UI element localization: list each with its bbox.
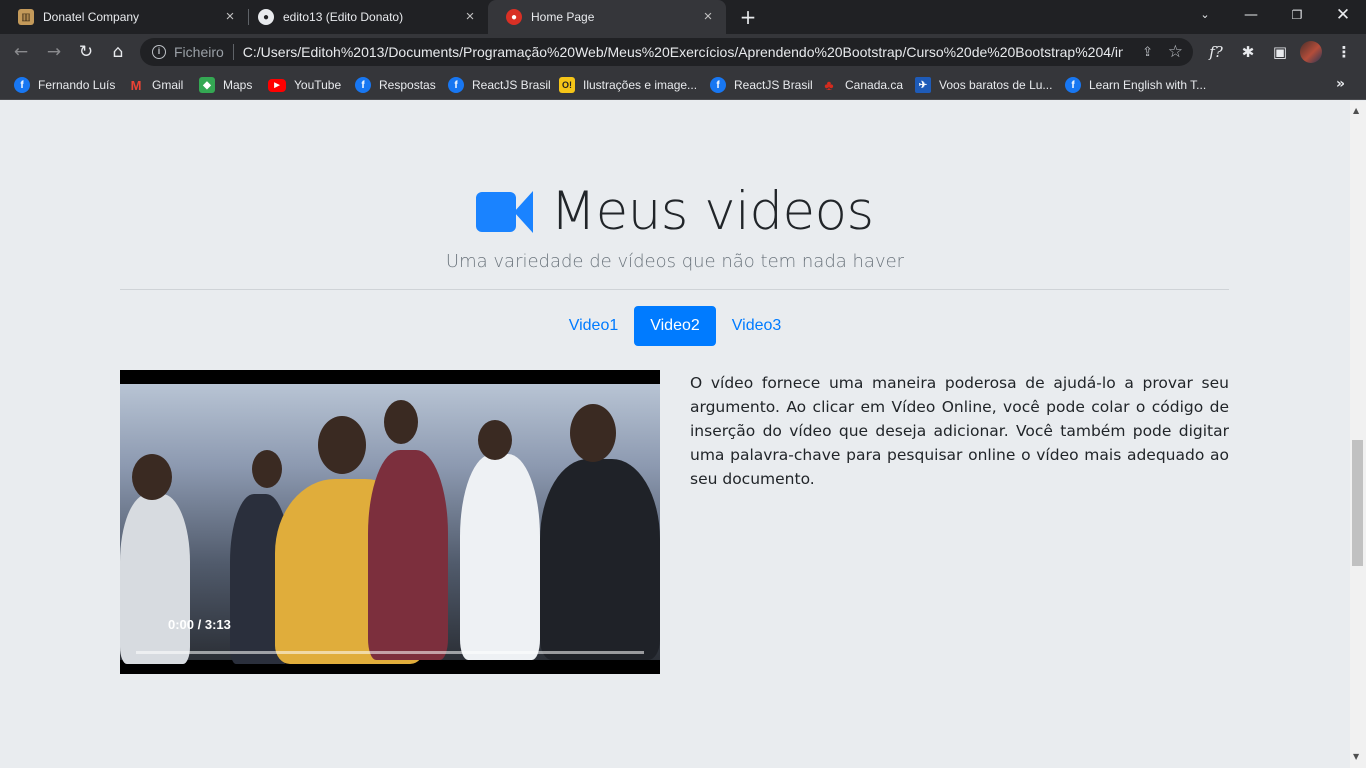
file-scheme-label: Ficheiro	[174, 44, 224, 60]
video-figure-head	[132, 454, 172, 500]
more-bookmarks-chevron-icon[interactable]: »	[1336, 76, 1345, 92]
close-icon[interactable]: ×	[462, 9, 478, 25]
page-subtitle: Uma variedade de vídeos que não tem nada…	[445, 251, 905, 272]
bookmark-reactjs-brasil[interactable]: f ReactJS Brasil	[448, 76, 551, 94]
video-figure	[540, 459, 660, 660]
scroll-up-arrow-icon[interactable]: ▲	[1353, 106, 1359, 115]
bookmark-label: Gmail	[152, 78, 184, 92]
bookmark-label: Learn English with T...	[1089, 78, 1207, 92]
bookmark-maps[interactable]: ◆ Maps	[199, 76, 252, 94]
address-bar[interactable]: i Ficheiro C:/Users/Editoh%2013/Document…	[140, 38, 1193, 66]
video-figure-head	[570, 404, 616, 462]
bookmark-learn-english[interactable]: f Learn English with T...	[1065, 76, 1206, 94]
back-button[interactable]: ←	[8, 39, 34, 65]
bookmark-star-icon[interactable]: ☆	[1168, 42, 1183, 62]
video-figure-head	[318, 416, 366, 474]
bookmark-label: Fernando Luís	[38, 78, 116, 92]
page-title: Meus videos	[550, 181, 874, 242]
donatel-icon: ▥	[18, 9, 34, 25]
video-description: O vídeo fornece uma maneira poderosa de …	[690, 374, 1229, 488]
tab-video3[interactable]: Video3	[716, 306, 798, 346]
tab-home-page[interactable]: ● Home Page ×	[488, 0, 726, 34]
bookmark-label: Maps	[223, 78, 253, 92]
divider	[120, 289, 1229, 290]
facebook-icon: f	[710, 77, 726, 93]
o1-icon: O!	[559, 77, 575, 93]
video-figure	[120, 494, 190, 664]
reload-button[interactable]: ↻	[73, 39, 99, 65]
close-icon[interactable]: ×	[700, 9, 716, 25]
close-window-button[interactable]: ✕	[1320, 0, 1366, 30]
bookmark-label: Voos baratos de Lu...	[939, 78, 1053, 92]
tab-search-button[interactable]: ⌄	[1182, 0, 1228, 30]
facebook-icon: f	[14, 77, 30, 93]
tab-donatel-company[interactable]: ▥ Donatel Company ×	[0, 0, 248, 34]
maps-icon: ◆	[199, 77, 215, 93]
profile-avatar[interactable]	[1300, 41, 1322, 63]
bookmark-reactjs-brasil-2[interactable]: f ReactJS Brasil	[710, 76, 813, 94]
restore-button[interactable]: ❐	[1274, 0, 1320, 30]
video-figure-head	[252, 450, 282, 488]
facebook-icon: f	[355, 77, 371, 93]
video-figure	[460, 454, 540, 660]
bookmark-respostas[interactable]: f Respostas	[355, 76, 436, 94]
forward-button[interactable]: →	[41, 39, 67, 65]
facebook-icon: f	[448, 77, 464, 93]
share-icon[interactable]: ⇪	[1142, 44, 1153, 60]
url-text[interactable]: C:/Users/Editoh%2013/Documents/Programaç…	[243, 44, 1123, 60]
extensions-icon[interactable]: ✱	[1235, 39, 1261, 65]
youtube-icon: ▶	[268, 78, 286, 92]
bookmark-label: Respostas	[379, 78, 436, 92]
new-tab-button[interactable]: +	[737, 6, 759, 28]
video-camera-icon	[476, 190, 534, 233]
github-icon: ●	[258, 9, 274, 25]
bookmark-canada[interactable]: ♣ Canada.ca	[821, 76, 903, 94]
browser-tab-strip: ▥ Donatel Company × ● edito13 (Edito Don…	[0, 0, 1366, 34]
video-figure-head	[384, 400, 418, 444]
page-scrollbar[interactable]	[1350, 101, 1366, 768]
web-page: Meus videos Uma variedade de vídeos que …	[0, 101, 1350, 768]
video-figure-head	[478, 420, 512, 460]
formula-extension-icon[interactable]: f?	[1203, 39, 1229, 65]
side-panel-icon[interactable]: ▣	[1267, 39, 1293, 65]
video-time: 0:00 / 3:13	[168, 617, 231, 632]
bookmark-label: Ilustrações e image...	[583, 78, 698, 92]
scroll-down-arrow-icon[interactable]: ▼	[1353, 752, 1359, 761]
tab-title: Donatel Company	[43, 10, 140, 24]
scrollbar-thumb[interactable]	[1352, 440, 1363, 566]
bookmark-gmail[interactable]: M Gmail	[128, 76, 184, 94]
bookmark-label: ReactJS Brasil	[734, 78, 813, 92]
menu-icon[interactable]: ⋮	[1331, 39, 1357, 65]
close-icon[interactable]: ×	[222, 9, 238, 25]
bookmark-label: YouTube	[294, 78, 342, 92]
tab-github[interactable]: ● edito13 (Edito Donato) ×	[240, 0, 488, 34]
tab-title: Home Page	[531, 10, 595, 24]
tab-video1[interactable]: Video1	[553, 306, 635, 346]
info-icon[interactable]: i	[152, 45, 166, 59]
bookmark-youtube[interactable]: ▶ YouTube	[268, 76, 341, 94]
tab-title: edito13 (Edito Donato)	[283, 10, 404, 24]
bookmark-label: ReactJS Brasil	[472, 78, 551, 92]
video-player[interactable]: 0:00 / 3:13	[120, 370, 660, 674]
page-header: Meus videos	[0, 181, 1350, 242]
bookmark-fernando-luis[interactable]: f Fernando Luís	[14, 76, 115, 94]
maple-leaf-icon: ♣	[824, 77, 834, 93]
omnibox-separator	[232, 44, 234, 60]
minimize-button[interactable]: —	[1228, 0, 1274, 30]
home-button[interactable]: ⌂	[105, 39, 131, 65]
facebook-icon: f	[1065, 77, 1081, 93]
video-progress-bar[interactable]	[136, 651, 644, 654]
gmail-icon: M	[130, 77, 142, 93]
page-icon: ●	[506, 9, 522, 25]
browser-toolbar: ← → ↻ ⌂ i Ficheiro C:/Users/Editoh%2013/…	[0, 34, 1366, 70]
bookmark-label: Canada.ca	[845, 78, 904, 92]
video-figure	[368, 450, 448, 660]
bookmark-voos-baratos[interactable]: ✈ Voos baratos de Lu...	[915, 76, 1052, 94]
video-tabs: Video1 Video2 Video3	[0, 306, 1350, 346]
flights-icon: ✈	[915, 77, 931, 93]
bookmarks-bar: f Fernando Luís M Gmail ◆ Maps ▶ YouTube f Re…	[0, 70, 1366, 100]
bookmark-ilustracoes[interactable]: O! Ilustrações e image...	[559, 76, 697, 94]
tab-video2[interactable]: Video2	[634, 306, 716, 346]
